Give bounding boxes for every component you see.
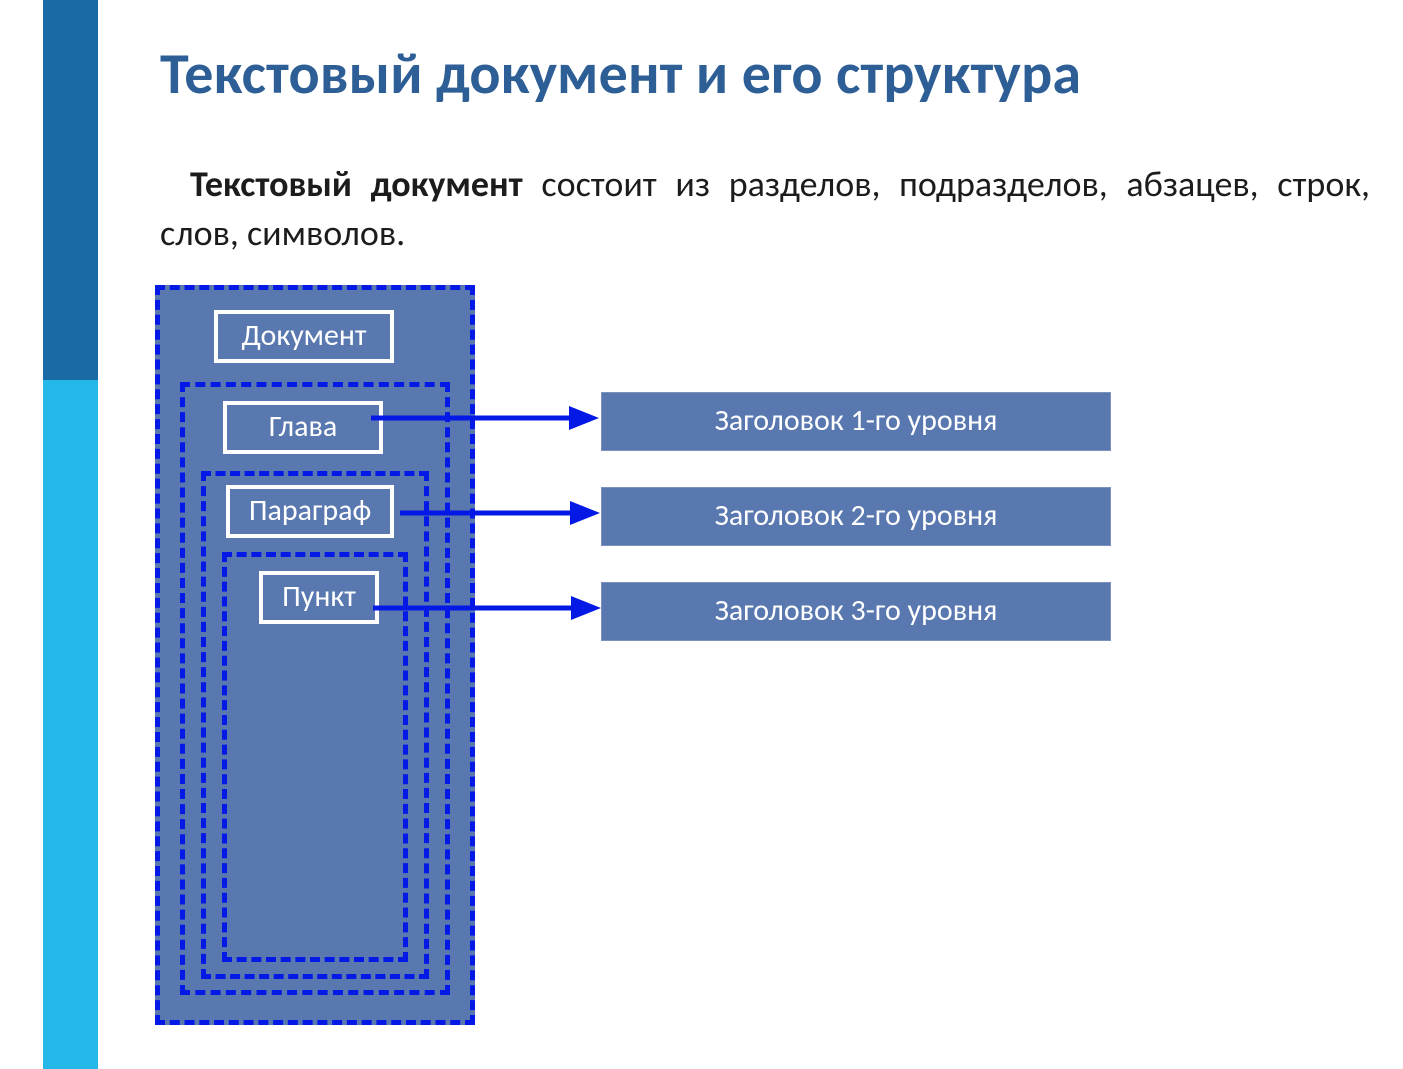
heading-level-2: Заголовок 2-го уровня — [601, 487, 1111, 546]
nesting-box-chapter: Глава Параграф Пункт — [180, 382, 450, 995]
slide-title: Текстовый документ и его структура — [160, 38, 1360, 109]
label-paragraph: Параграф — [226, 485, 394, 538]
nesting-box-item: Пункт — [222, 552, 408, 962]
heading-level-3: Заголовок 3-го уровня — [601, 582, 1111, 641]
label-chapter: Глава — [223, 401, 383, 454]
nesting-box-paragraph: Параграф Пункт — [201, 471, 429, 979]
heading-level-1: Заголовок 1-го уровня — [601, 392, 1111, 451]
sidebar-accent-bottom — [43, 380, 98, 1069]
body-lead: Текстовый документ — [190, 162, 523, 206]
sidebar-accent-top — [43, 0, 98, 380]
label-item: Пункт — [259, 571, 379, 624]
nesting-diagram-outer: Документ Глава Параграф Пункт — [155, 285, 475, 1025]
label-document: Документ — [214, 310, 394, 363]
slide-body-text: Текстовый документ состоит из разделов, … — [160, 160, 1370, 257]
